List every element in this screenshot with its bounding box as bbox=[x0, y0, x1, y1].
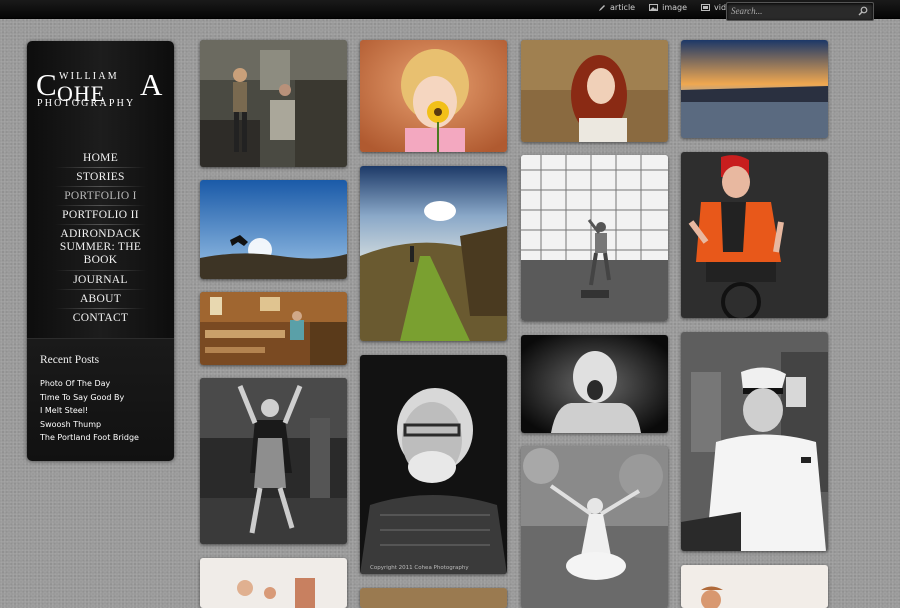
photo-thumbnail-ballerina[interactable] bbox=[521, 446, 668, 608]
search-box bbox=[726, 2, 874, 21]
photo-thumbnail-screaming-face[interactable] bbox=[521, 335, 668, 433]
menu-label: ADIRONDACK SUMMER: THE BOOK bbox=[59, 228, 142, 266]
video-icon bbox=[701, 4, 711, 11]
menu-item-contact[interactable]: CONTACT bbox=[27, 309, 174, 328]
photo-thumbnail-sunset-field[interactable] bbox=[360, 166, 507, 341]
menu-item-stories[interactable]: STORIES bbox=[27, 168, 174, 187]
pencil-icon bbox=[599, 4, 605, 11]
nav-article[interactable]: article bbox=[598, 3, 635, 12]
photo-thumbnail-red-hair-girl[interactable] bbox=[521, 40, 668, 142]
menu-label: ABOUT bbox=[79, 293, 122, 305]
logo-tagline: PHOTOGRAPHY bbox=[37, 98, 136, 109]
photo-thumbnail-bottom-1[interactable] bbox=[200, 558, 347, 608]
menu-label: CONTACT bbox=[72, 312, 129, 324]
nav-image-label: image bbox=[662, 3, 688, 12]
post-format-nav: article image video bbox=[598, 3, 736, 12]
photo-thumbnail-portrait-man[interactable]: Copyright 2011 Cohea Photography bbox=[360, 355, 507, 574]
menu-label: PORTFOLIO I bbox=[64, 190, 137, 202]
logo-letter-a: A bbox=[140, 67, 163, 102]
copyright-notice: Copyright 2011 Cohea Photography bbox=[370, 565, 469, 571]
site-logo[interactable]: C OHE A WILLIAM PHOTOGRAPHY bbox=[27, 69, 174, 111]
recent-posts-list: Photo Of The Day Time To Say Good By I M… bbox=[40, 377, 139, 445]
recent-post-link[interactable]: Time To Say Good By bbox=[40, 391, 139, 405]
menu-item-portfolio-2[interactable]: PORTFOLIO II bbox=[27, 206, 174, 225]
menu-item-about[interactable]: ABOUT bbox=[27, 290, 174, 309]
photo-thumbnail-cabin[interactable] bbox=[200, 292, 347, 365]
recent-post-link[interactable]: Swoosh Thump bbox=[40, 418, 139, 432]
menu-label: STORIES bbox=[76, 171, 125, 183]
image-icon bbox=[649, 4, 659, 11]
photo-thumbnail-kitchen[interactable] bbox=[200, 40, 347, 167]
photo-thumbnail-cyclist[interactable] bbox=[681, 152, 828, 318]
menu-label: HOME bbox=[82, 152, 119, 164]
menu-item-home[interactable]: HOME bbox=[27, 149, 174, 168]
recent-posts-title: Recent Posts bbox=[40, 354, 100, 366]
logo-first-name: WILLIAM bbox=[59, 71, 119, 82]
logo-letter-c: C bbox=[36, 67, 57, 102]
search-icon[interactable] bbox=[858, 6, 868, 16]
menu-item-journal[interactable]: JOURNAL bbox=[27, 271, 174, 290]
photo-thumbnail-jump-sky[interactable] bbox=[200, 180, 347, 279]
photo-thumbnail-bottom-2[interactable] bbox=[360, 588, 507, 608]
menu-item-portfolio-1[interactable]: PORTFOLIO I bbox=[27, 187, 174, 206]
menu-item-adirondack-summer[interactable]: ADIRONDACK SUMMER: THE BOOK bbox=[27, 225, 174, 271]
menu-label: JOURNAL bbox=[73, 274, 128, 286]
recent-post-link[interactable]: The Portland Foot Bridge bbox=[40, 431, 139, 445]
sidebar: C OHE A WILLIAM PHOTOGRAPHY HOME STORIES… bbox=[27, 41, 174, 461]
nav-article-label: article bbox=[610, 3, 636, 12]
photo-thumbnail-dancing-woman[interactable] bbox=[200, 378, 347, 544]
photo-thumbnail-bottom-4[interactable] bbox=[681, 565, 828, 608]
main-menu: HOME STORIES PORTFOLIO I PORTFOLIO II AD… bbox=[27, 149, 174, 328]
photo-thumbnail-girl-flower[interactable] bbox=[360, 40, 507, 152]
photo-thumbnail-landscape-dusk[interactable] bbox=[681, 40, 828, 138]
search-input[interactable] bbox=[731, 4, 851, 18]
recent-post-link[interactable]: Photo Of The Day bbox=[40, 377, 139, 391]
nav-image[interactable]: image bbox=[649, 3, 687, 12]
recent-post-link[interactable]: I Melt Steel! bbox=[40, 404, 139, 418]
menu-label: PORTFOLIO II bbox=[62, 209, 139, 221]
photo-thumbnail-captain[interactable] bbox=[681, 332, 828, 551]
photo-thumbnail-fence-climb[interactable] bbox=[521, 155, 668, 321]
